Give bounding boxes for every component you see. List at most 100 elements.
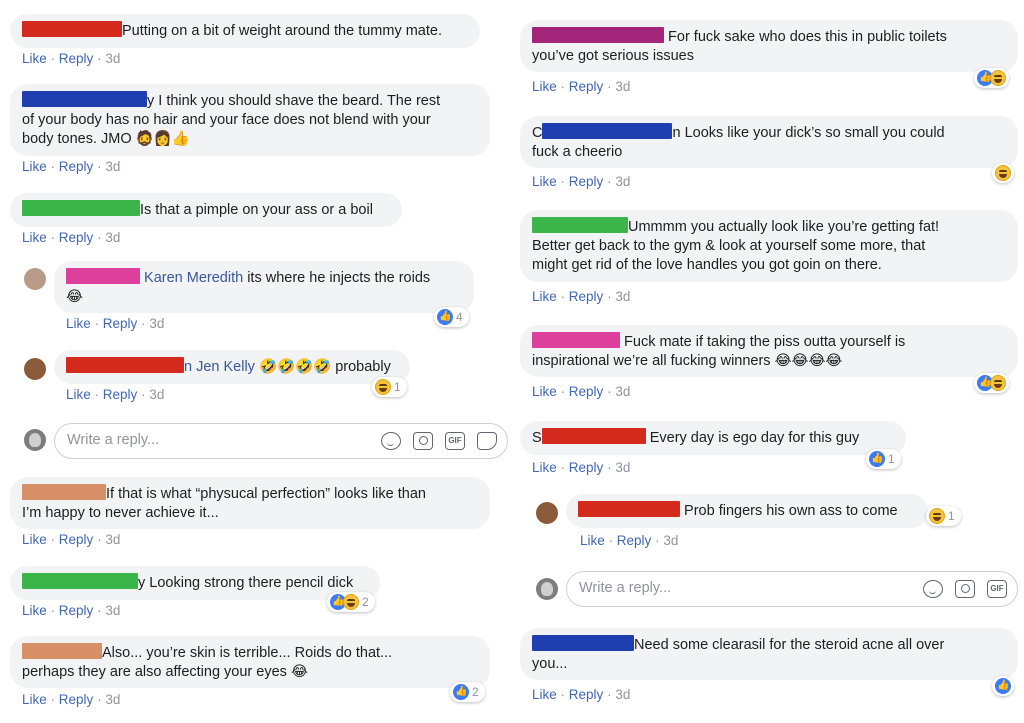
reply-tools: GIF [381,432,497,450]
name-initial: C [532,125,543,141]
reply-link[interactable]: Reply [59,603,94,618]
reaction-summary[interactable] [992,163,1014,183]
redacted-name [532,332,620,348]
like-link[interactable]: Like [22,532,47,547]
reply-link[interactable]: Reply [569,174,604,189]
like-link[interactable]: Like [22,692,47,707]
like-link[interactable]: Like [22,159,47,174]
reply-link[interactable]: Reply [59,230,94,245]
reply-input[interactable]: Write a reply... GIF [54,423,508,459]
like-reaction-icon [869,451,885,467]
reaction-count: 4 [456,310,463,324]
timestamp: 3d [615,460,631,475]
comment-text-line1: For fuck sake who does this in public to… [668,29,947,45]
reply-link[interactable]: Reply [59,692,94,707]
reaction-summary[interactable] [974,68,1009,88]
haha-reaction-icon [343,594,359,610]
timestamp: 3d [615,79,631,94]
haha-reaction-icon [929,508,945,524]
comment-text-line2: fuck a cheerio [532,144,623,160]
like-link[interactable]: Like [580,533,605,548]
reply-link[interactable]: Reply [59,532,94,547]
like-link[interactable]: Like [22,51,47,66]
like-link[interactable]: Like [532,687,557,702]
reaction-summary[interactable]: 2 [450,682,485,702]
like-link[interactable]: Like [532,384,557,399]
redacted-name [66,357,184,373]
reply-link[interactable]: Reply [59,51,94,66]
redacted-name [22,643,102,659]
reaction-summary[interactable]: 1 [372,377,407,397]
gif-icon[interactable]: GIF [445,432,465,450]
like-link[interactable]: Like [532,79,557,94]
comment-actions: Like · Reply · 3d [532,460,631,475]
reaction-summary[interactable]: 4 [434,307,469,327]
comment-text-line1: Also... you’re skin is terrible... Roids… [102,645,393,661]
reaction-summary[interactable] [992,676,1014,696]
redacted-name [22,91,147,107]
comment-actions: Like · Reply · 3d [22,532,121,547]
avatar[interactable] [24,358,46,380]
mention-link[interactable]: n Jen Kelly [184,359,255,375]
reaction-summary[interactable]: 1 [926,506,961,526]
reply-link[interactable]: Reply [617,533,652,548]
comment-bubble: y I think you should shave the beard. Th… [10,84,490,156]
reply-link[interactable]: Reply [569,79,604,94]
emoji-picker-icon[interactable] [381,432,401,450]
reply-input[interactable]: Write a reply... GIF [566,571,1018,607]
comment-actions: Like · Reply · 3d [532,687,631,702]
comment-bubble: y Looking strong there pencil dick [10,566,380,600]
camera-icon[interactable] [955,580,975,598]
like-link[interactable]: Like [22,603,47,618]
reply-link[interactable]: Reply [569,460,604,475]
timestamp: 3d [615,687,631,702]
reply-link[interactable]: Reply [103,316,138,331]
comment-actions: Like · Reply · 3d [580,533,679,548]
comment-text-line2: Better get back to the gym & look at you… [532,238,926,254]
comment-text-line2: I’m happy to never achieve it... [22,505,219,521]
comment-bubble: Ummmm you actually look like you’re gett… [520,210,1018,282]
gif-icon[interactable]: GIF [987,580,1007,598]
reply-link[interactable]: Reply [569,289,604,304]
comment-bubble: Is that a pimple on your ass or a boil [10,193,402,227]
comment-text-line2: you... [532,656,568,672]
comment-actions: Like · Reply · 3d [22,159,121,174]
avatar[interactable] [536,502,558,524]
mention-link[interactable]: Karen Meredith [144,270,243,286]
like-link[interactable]: Like [66,387,91,402]
comment-actions: Like · Reply · 3d [532,79,631,94]
comment-actions: Like · Reply · 3d [22,603,121,618]
camera-icon[interactable] [413,432,433,450]
reply-link[interactable]: Reply [59,159,94,174]
user-avatar [536,578,558,600]
reply-link[interactable]: Reply [569,687,604,702]
reply-link[interactable]: Reply [103,387,138,402]
like-link[interactable]: Like [66,316,91,331]
comment-text-line2: you’ve got serious issues [532,48,694,64]
comment-actions: Like · Reply · 3d [22,51,121,66]
avatar[interactable] [24,268,46,290]
timestamp: 3d [105,159,121,174]
like-reaction-icon [453,684,469,700]
comment-text-line1: Ummmm you actually look like you’re gett… [628,219,940,235]
timestamp: 3d [105,603,121,618]
reaction-summary[interactable]: 2 [327,592,375,612]
emoji-picker-icon[interactable] [923,580,943,598]
comment-text: its where he injects the roids [243,270,431,286]
comment-bubble: Putting on a bit of weight around the tu… [10,14,480,48]
sticker-icon[interactable] [477,432,497,450]
comment-actions: Like · Reply · 3d [532,174,631,189]
like-reaction-icon [995,678,1011,694]
comment-actions: Like · Reply · 3d [66,316,165,331]
name-initial: S [532,430,542,446]
reply-link[interactable]: Reply [569,384,604,399]
like-link[interactable]: Like [532,460,557,475]
comment-text-line2: perhaps they are also affecting your eye… [22,664,308,680]
comment-text: Prob fingers his own ass to come [684,503,898,519]
like-link[interactable]: Like [532,174,557,189]
reaction-summary[interactable]: 1 [866,449,901,469]
comment-text-line1: If that is what “physucal perfection” lo… [106,486,426,502]
reaction-summary[interactable] [974,373,1009,393]
like-link[interactable]: Like [532,289,557,304]
like-link[interactable]: Like [22,230,47,245]
